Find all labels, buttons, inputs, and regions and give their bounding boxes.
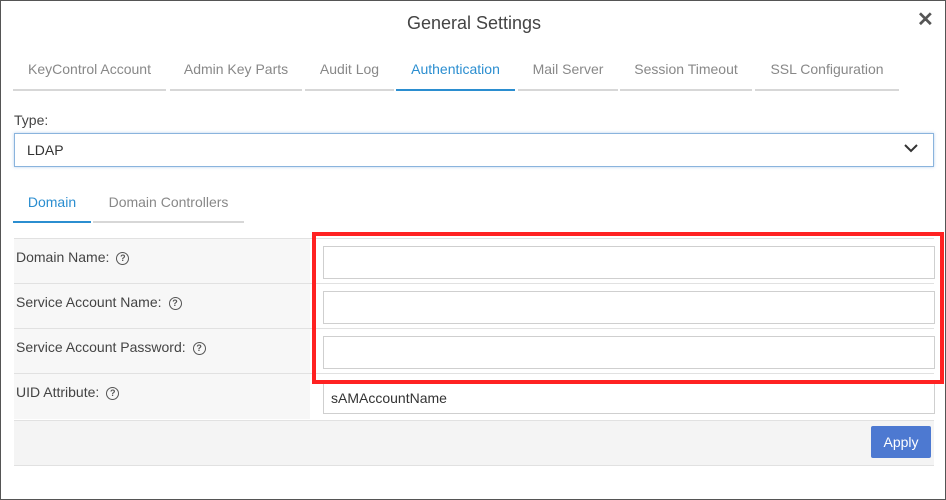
apply-button[interactable]: Apply bbox=[871, 426, 931, 458]
help-icon[interactable]: ? bbox=[106, 387, 120, 400]
domain-name-label-text: Domain Name: bbox=[16, 249, 110, 265]
tab-keycontrol-account[interactable]: KeyControl Account bbox=[13, 51, 166, 91]
type-select-value: LDAP bbox=[27, 142, 64, 158]
tab-domain[interactable]: Domain bbox=[13, 185, 91, 223]
service-account-name-label-text: Service Account Name: bbox=[16, 294, 162, 310]
uid-attribute-label: UID Attribute:? bbox=[16, 384, 120, 400]
help-icon[interactable]: ? bbox=[116, 252, 130, 265]
chevron-down-icon bbox=[904, 144, 918, 153]
service-account-password-label-text: Service Account Password: bbox=[16, 339, 186, 355]
help-icon[interactable]: ? bbox=[192, 342, 206, 355]
tab-audit-log[interactable]: Audit Log bbox=[305, 51, 394, 91]
dialog-title: General Settings bbox=[406, 13, 542, 33]
tab-ssl-configuration[interactable]: SSL Configuration bbox=[755, 51, 899, 91]
tab-mail-server[interactable]: Mail Server bbox=[518, 51, 618, 91]
uid-attribute-label-text: UID Attribute: bbox=[16, 384, 100, 400]
service-account-password-label: Service Account Password:? bbox=[16, 339, 206, 355]
tab-session-timeout[interactable]: Session Timeout bbox=[620, 51, 752, 91]
tab-domain-controllers[interactable]: Domain Controllers bbox=[93, 185, 244, 223]
uid-attribute-input[interactable] bbox=[323, 381, 935, 414]
help-icon[interactable]: ? bbox=[168, 297, 182, 310]
highlight-box bbox=[312, 232, 944, 384]
service-account-name-label: Service Account Name:? bbox=[16, 294, 182, 310]
tab-admin-key-parts[interactable]: Admin Key Parts bbox=[170, 51, 302, 91]
type-select[interactable]: LDAP bbox=[14, 133, 934, 167]
type-label: Type: bbox=[14, 112, 49, 128]
general-settings-dialog: General Settings ✕ KeyControl Account Ad… bbox=[0, 0, 946, 500]
tab-authentication[interactable]: Authentication bbox=[396, 51, 515, 91]
dialog-footer: Apply bbox=[14, 420, 934, 466]
close-icon[interactable]: ✕ bbox=[917, 10, 934, 30]
domain-name-label: Domain Name:? bbox=[16, 249, 130, 265]
